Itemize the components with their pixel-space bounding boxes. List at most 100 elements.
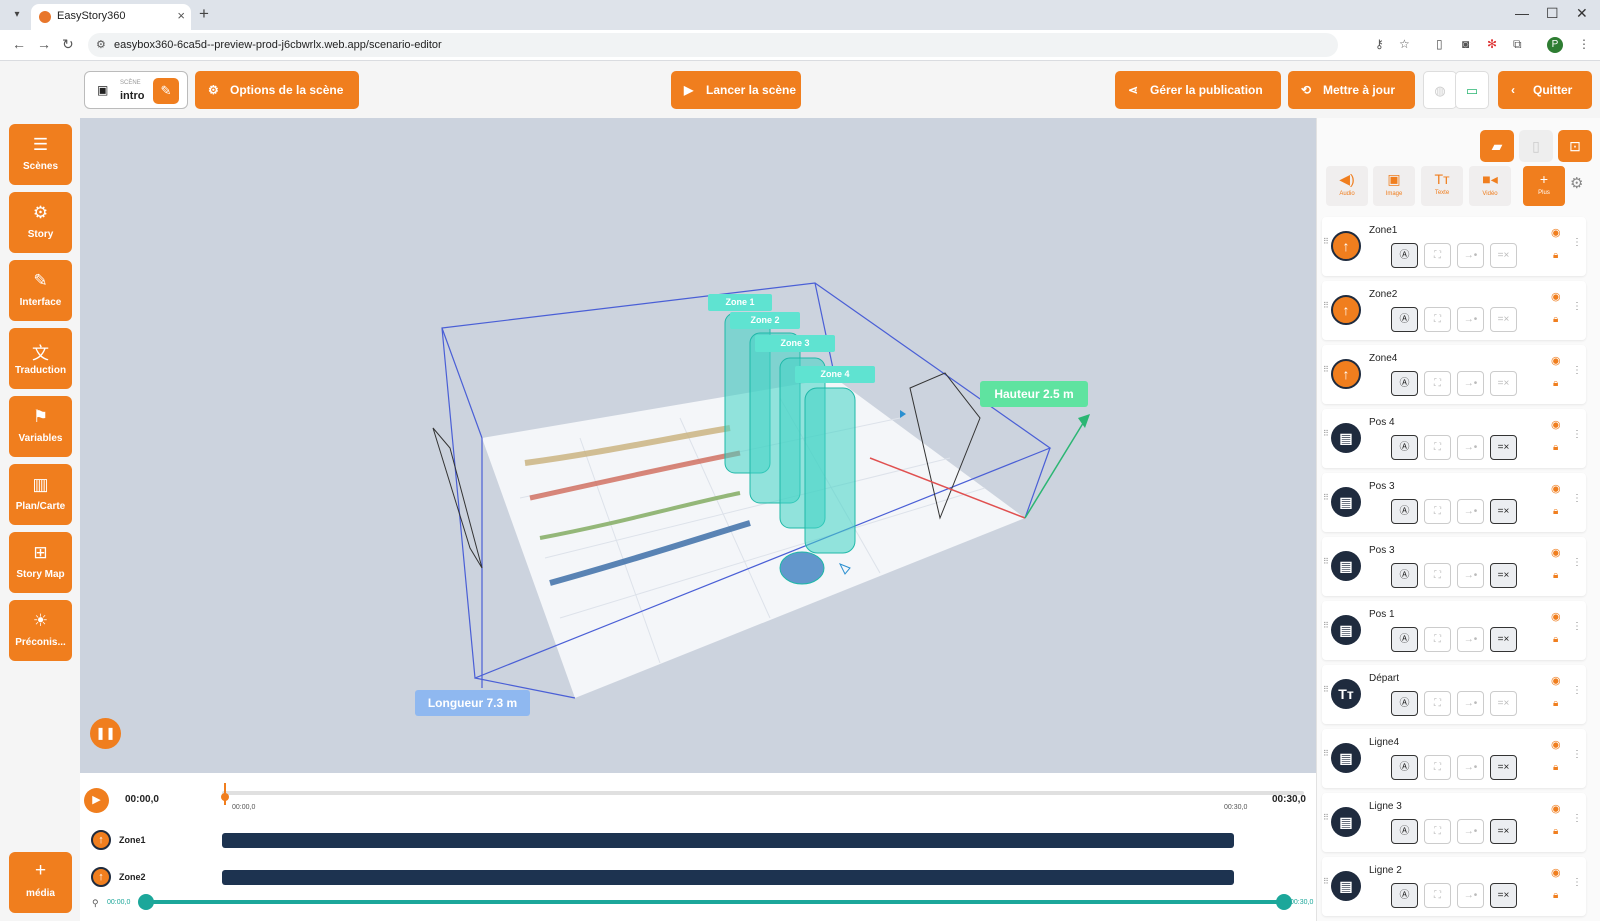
drag-handle-icon[interactable]: ⠿ <box>1323 813 1329 822</box>
scene-options-button[interactable]: ⚙ Options de la scène <box>195 71 359 109</box>
drag-handle-icon[interactable]: ⠿ <box>1323 749 1329 758</box>
link-arrow-icon[interactable]: →• <box>1457 435 1484 460</box>
timer-icon[interactable]: Ⓐ <box>1391 499 1418 524</box>
conditions-icon[interactable]: =× <box>1490 691 1517 716</box>
fullscreen-icon[interactable]: ⛶ <box>1424 243 1451 268</box>
media-type-image[interactable]: ▣ Image <box>1373 166 1415 206</box>
extension-icon[interactable]: ▯ <box>1436 37 1443 51</box>
back-icon[interactable]: ← <box>12 36 26 52</box>
lock-icon[interactable]: 🔒︎ <box>1553 890 1558 901</box>
extension-bug-icon[interactable]: ✻ <box>1487 37 1497 51</box>
puzzle-icon[interactable]: ⧉ <box>1513 37 1522 52</box>
drag-handle-icon[interactable]: ⠿ <box>1323 557 1329 566</box>
list-item[interactable]: ⠿ ↑ Zone4 Ⓐ ⛶ →• =× ◉ 🔒︎ ⋮ <box>1322 345 1586 404</box>
list-item[interactable]: ⠿ ↑ Zone2 Ⓐ ⛶ →• =× ◉ 🔒︎ ⋮ <box>1322 281 1586 340</box>
add-media-button[interactable]: + média <box>9 852 72 913</box>
drag-handle-icon[interactable]: ⠿ <box>1323 493 1329 502</box>
lock-icon[interactable]: 🔒︎ <box>1553 634 1558 645</box>
sidebar-item-story-map[interactable]: ⊞ Story Map <box>9 532 72 593</box>
drag-handle-icon[interactable]: ⠿ <box>1323 877 1329 886</box>
zone-label-3[interactable]: Zone 3 <box>755 335 835 352</box>
fullscreen-icon[interactable]: ⛶ <box>1424 435 1451 460</box>
link-arrow-icon[interactable]: →• <box>1457 691 1484 716</box>
url-input[interactable]: ⚙ easybox360-6ca5d--preview-prod-j6cbwrl… <box>88 33 1338 57</box>
fullscreen-icon[interactable]: ⛶ <box>1424 883 1451 908</box>
browser-tab[interactable]: EasyStory360 × <box>31 4 191 30</box>
more-options-icon[interactable]: ⋮ <box>1572 237 1582 248</box>
tab-close-icon[interactable]: × <box>177 8 185 23</box>
conditions-icon[interactable]: =× <box>1490 435 1517 460</box>
folder-icon[interactable]: ▰ <box>1480 130 1514 162</box>
lock-icon[interactable]: 🔒︎ <box>1553 506 1558 517</box>
site-info-icon[interactable]: ⚙ <box>96 33 106 57</box>
timer-icon[interactable]: Ⓐ <box>1391 563 1418 588</box>
list-item[interactable]: ⠿ ▤ Pos 4 Ⓐ ⛶ →• =× ◉ 🔒︎ ⋮ <box>1322 409 1586 468</box>
link-arrow-icon[interactable]: →• <box>1457 563 1484 588</box>
globe-icon[interactable]: ◍ <box>1423 71 1457 109</box>
window-close-icon[interactable]: ✕ <box>1576 5 1588 22</box>
drag-handle-icon[interactable]: ⠿ <box>1323 621 1329 630</box>
playhead-handle[interactable] <box>221 783 229 805</box>
timer-icon[interactable]: Ⓐ <box>1391 819 1418 844</box>
timer-icon[interactable]: Ⓐ <box>1391 307 1418 332</box>
settings-gear-icon[interactable]: ⚙ <box>1570 174 1583 192</box>
visibility-eye-icon[interactable]: ◉ <box>1551 674 1561 687</box>
conditions-icon[interactable]: =× <box>1490 371 1517 396</box>
track-bar[interactable] <box>222 833 1234 848</box>
timer-icon[interactable]: Ⓐ <box>1391 243 1418 268</box>
timer-icon[interactable]: Ⓐ <box>1391 755 1418 780</box>
more-options-icon[interactable]: ⋮ <box>1572 685 1582 696</box>
maximize-icon[interactable]: ☐ <box>1546 5 1559 22</box>
quit-button[interactable]: ‹ Quitter <box>1498 71 1592 109</box>
fullscreen-icon[interactable]: ⛶ <box>1424 755 1451 780</box>
link-arrow-icon[interactable]: →• <box>1457 499 1484 524</box>
update-button[interactable]: ⟲ Mettre à jour <box>1288 71 1415 109</box>
lock-icon[interactable]: 🔒︎ <box>1553 250 1558 261</box>
visibility-eye-icon[interactable]: ◉ <box>1551 546 1561 559</box>
media-type-video[interactable]: ■◂ Vidéo <box>1469 166 1511 206</box>
list-item[interactable]: ⠿ ▤ Pos 3 Ⓐ ⛶ →• =× ◉ 🔒︎ ⋮ <box>1322 473 1586 532</box>
zoom-start-handle[interactable] <box>138 894 154 910</box>
visibility-eye-icon[interactable]: ◉ <box>1551 482 1561 495</box>
sidebar-item-preconisations[interactable]: ☀ Préconis... <box>9 600 72 661</box>
list-item[interactable]: ⠿ ▤ Pos 1 Ⓐ ⛶ →• =× ◉ 🔒︎ ⋮ <box>1322 601 1586 660</box>
timer-icon[interactable]: Ⓐ <box>1391 435 1418 460</box>
fullscreen-icon[interactable]: ⛶ <box>1424 563 1451 588</box>
more-options-icon[interactable]: ⋮ <box>1572 301 1582 312</box>
lock-icon[interactable]: 🔒︎ <box>1553 570 1558 581</box>
conditions-icon[interactable]: =× <box>1490 883 1517 908</box>
lock-icon[interactable]: 🔒︎ <box>1553 826 1558 837</box>
more-options-icon[interactable]: ⋮ <box>1572 877 1582 888</box>
timer-icon[interactable]: Ⓐ <box>1391 883 1418 908</box>
list-item[interactable]: ⠿ ▤ Ligne 2 Ⓐ ⛶ →• =× ◉ 🔒︎ ⋮ <box>1322 857 1586 916</box>
conditions-icon[interactable]: =× <box>1490 627 1517 652</box>
lock-icon[interactable]: 🔒︎ <box>1553 314 1558 325</box>
3d-viewport[interactable]: Zone 1 Zone 2 Zone 3 Zone 4 Hauteur 2.5 … <box>80 118 1316 773</box>
conditions-icon[interactable]: =× <box>1490 243 1517 268</box>
tab-search-icon[interactable]: ▾ <box>8 7 26 23</box>
more-options-icon[interactable]: ⋮ <box>1572 813 1582 824</box>
visibility-eye-icon[interactable]: ◉ <box>1551 226 1561 239</box>
fullscreen-icon[interactable]: ⛶ <box>1424 819 1451 844</box>
link-arrow-icon[interactable]: →• <box>1457 243 1484 268</box>
sidebar-item-plan-carte[interactable]: ▥ Plan/Carte <box>9 464 72 525</box>
visibility-eye-icon[interactable]: ◉ <box>1551 802 1561 815</box>
browser-menu-icon[interactable]: ⋮ <box>1578 37 1590 51</box>
lock-icon[interactable]: 🔒︎ <box>1553 442 1558 453</box>
conditions-icon[interactable]: =× <box>1490 563 1517 588</box>
lock-icon[interactable]: 🔒︎ <box>1553 762 1558 773</box>
visibility-eye-icon[interactable]: ◉ <box>1551 418 1561 431</box>
lock-icon[interactable]: 🔒︎ <box>1553 378 1558 389</box>
link-arrow-icon[interactable]: →• <box>1457 883 1484 908</box>
password-key-icon[interactable]: ⚷ <box>1375 37 1384 51</box>
drag-handle-icon[interactable]: ⠿ <box>1323 237 1329 246</box>
list-item[interactable]: ⠿ Tт Départ Ⓐ ⛶ →• =× ◉ 🔒︎ ⋮ <box>1322 665 1586 724</box>
visibility-eye-icon[interactable]: ◉ <box>1551 738 1561 751</box>
zoom-range-track[interactable] <box>146 900 1284 904</box>
zone-label-1[interactable]: Zone 1 <box>708 294 772 311</box>
drag-handle-icon[interactable]: ⠿ <box>1323 365 1329 374</box>
timer-icon[interactable]: Ⓐ <box>1391 627 1418 652</box>
drag-handle-icon[interactable]: ⠿ <box>1323 685 1329 694</box>
timer-icon[interactable]: Ⓐ <box>1391 371 1418 396</box>
play-button[interactable]: ▶ <box>84 788 109 813</box>
